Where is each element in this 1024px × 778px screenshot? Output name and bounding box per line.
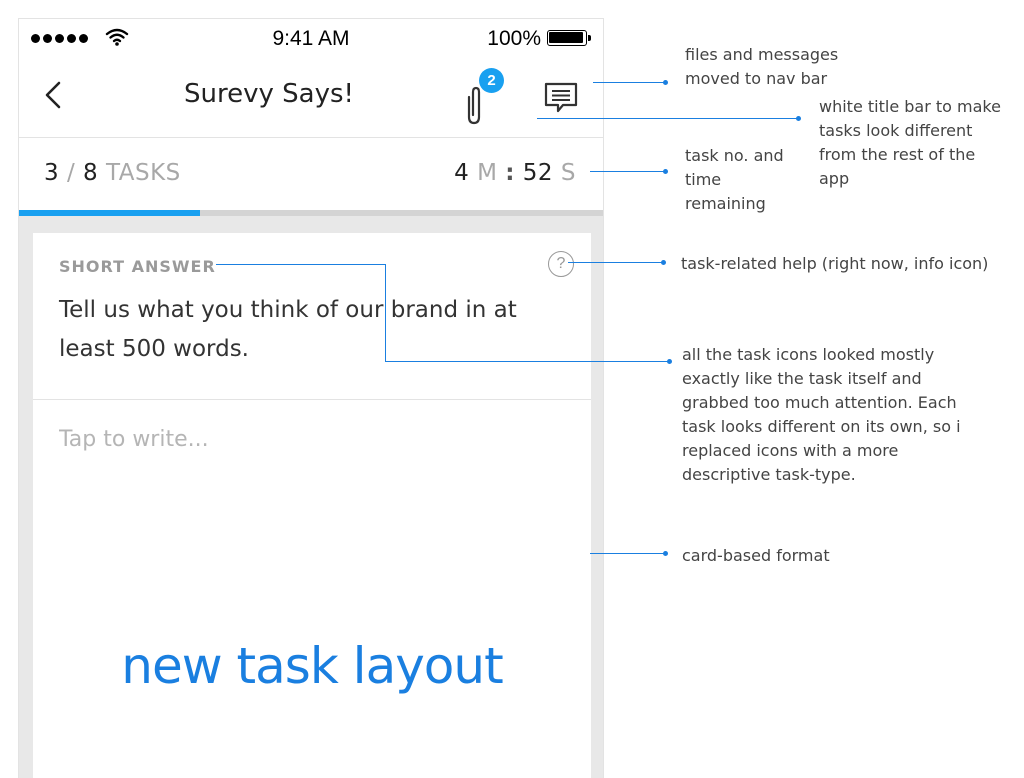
status-bar: 9:41 AM 100% [19, 19, 603, 59]
annotation-dot [663, 551, 668, 556]
battery-icon [547, 30, 593, 48]
annotation-task-icons: all the task icons looked mostly exactly… [682, 345, 961, 484]
annotation-line [590, 171, 665, 172]
annotation-nav-files: files and messages moved to nav bar [685, 45, 839, 88]
task-type-label: SHORT ANSWER [59, 257, 216, 276]
annotation-dot [667, 359, 672, 364]
task-card: SHORT ANSWER ? Tell us what you think of… [33, 233, 591, 778]
timer-separator: : [505, 160, 515, 186]
annotation-line [216, 264, 386, 265]
phone-screen: 9:41 AM 100% Surevy Says! 2 3 / 8 TASKS … [18, 18, 604, 778]
annotation-card-format: card-based format [682, 546, 830, 565]
annotation-dot [661, 260, 666, 265]
layout-caption: new task layout [121, 637, 503, 695]
annotation-line [593, 82, 665, 83]
timer-minutes-unit: M [477, 160, 498, 186]
annotation-dot [663, 80, 668, 85]
annotation-help: task-related help (right now, info icon) [681, 254, 989, 273]
nav-title: Surevy Says! [184, 79, 354, 109]
task-counter: 3 / 8 TASKS [44, 160, 181, 186]
annotation-line [385, 264, 386, 362]
task-current: 3 [44, 160, 60, 186]
message-icon[interactable] [541, 79, 581, 117]
annotation-line [568, 262, 663, 263]
task-card-header: SHORT ANSWER ? Tell us what you think of… [33, 233, 591, 400]
annotation-line [537, 118, 799, 119]
answer-input[interactable] [59, 427, 559, 607]
timer-minutes: 4 [454, 160, 470, 186]
attachments-button[interactable]: 2 [459, 68, 505, 125]
annotation-task-timer: task no. and time remaining [685, 146, 784, 213]
task-separator: / [66, 160, 76, 186]
time-remaining: 4 M : 52 S [454, 160, 576, 186]
nav-bar: Surevy Says! 2 [19, 59, 603, 138]
help-icon[interactable]: ? [548, 251, 574, 277]
timer-seconds-unit: S [560, 160, 576, 186]
annotation-line [590, 553, 665, 554]
task-unit: TASKS [105, 160, 181, 186]
annotation-line [385, 361, 669, 362]
battery-percentage: 100% [487, 27, 541, 50]
task-total: 8 [83, 160, 99, 186]
annotation-dot [796, 116, 801, 121]
timer-seconds: 52 [522, 160, 554, 186]
annotation-dot [663, 169, 668, 174]
annotation-title-bar: white title bar to make tasks look diffe… [819, 97, 1001, 188]
attachment-count-badge: 2 [479, 68, 504, 93]
task-prompt: Tell us what you think of our brand in a… [59, 297, 517, 362]
task-progress-bar: 3 / 8 TASKS 4 M : 52 S [19, 138, 603, 210]
